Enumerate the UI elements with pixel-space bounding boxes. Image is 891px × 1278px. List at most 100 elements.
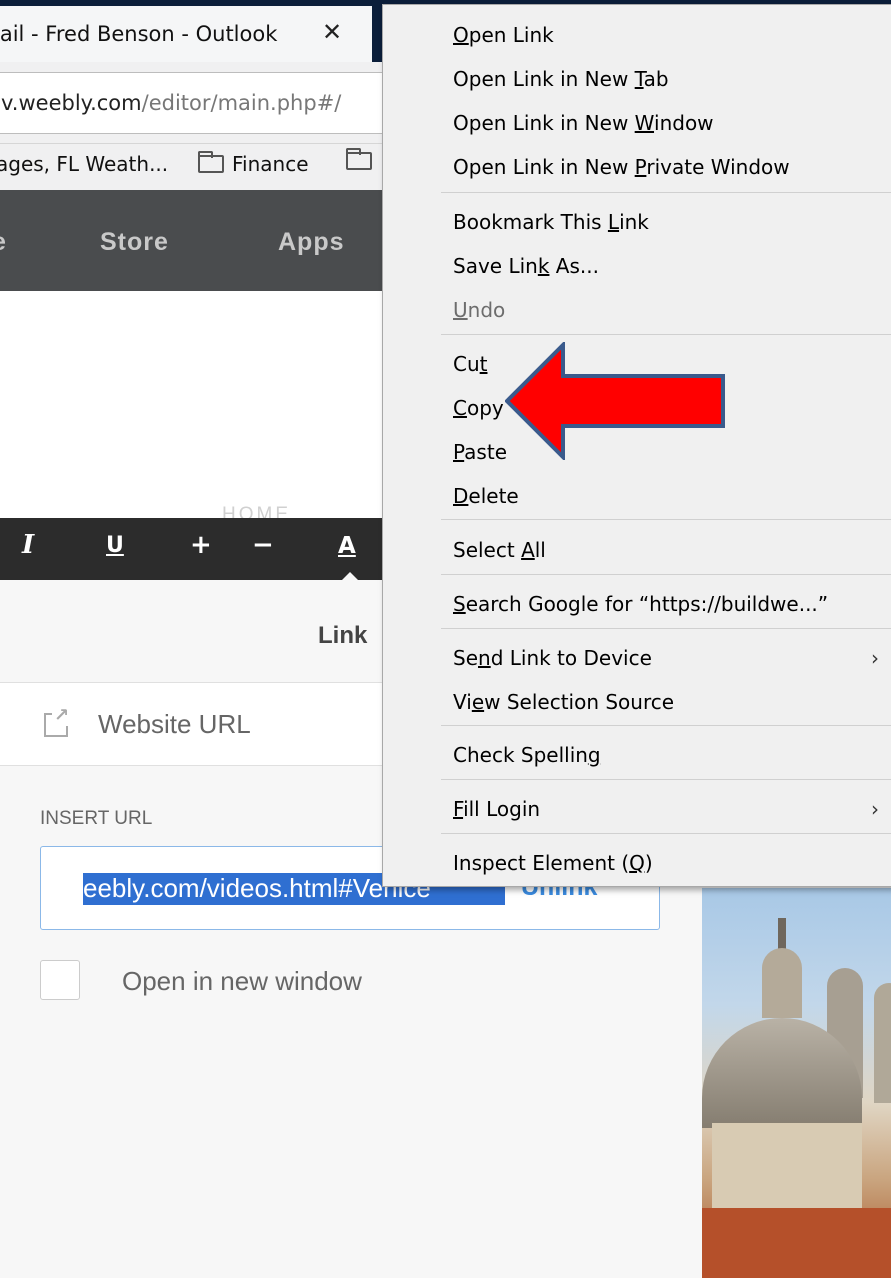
address-text: v.weebly.com/editor/main.php#/	[1, 91, 341, 115]
menu-item-open-new-tab[interactable]: Open Link in New Tab	[453, 67, 669, 91]
new-window-checkbox[interactable]	[40, 960, 80, 1000]
menu-item-cut[interactable]: Cut	[453, 352, 487, 376]
mi-key: F	[453, 797, 464, 821]
italic-button[interactable]: I	[22, 530, 34, 560]
mi-post: ll	[534, 538, 546, 562]
link-panel-title: Link	[318, 622, 368, 649]
menu-item-copy[interactable]: Copy	[453, 396, 504, 420]
mi-post: elete	[468, 484, 519, 508]
mi-key: C	[453, 396, 467, 420]
menu-item-check-spelling[interactable]: Check Spelling	[453, 743, 601, 767]
menu-item-undo: Undo	[453, 298, 505, 322]
mi-key: e	[471, 690, 485, 714]
menu-separator	[441, 519, 891, 520]
mi-post: pen Link	[468, 23, 554, 47]
mi-pre: Open Link in New	[453, 111, 635, 135]
new-window-label: Open in new window	[122, 966, 362, 996]
mi-key: L	[607, 210, 620, 234]
mi-post: ill Login	[463, 797, 541, 821]
nav-item-page[interactable]: e	[0, 228, 7, 257]
mi-post: As...	[549, 254, 599, 278]
mi-key: P	[634, 155, 647, 179]
bookmark-finance-label: Finance	[232, 152, 309, 176]
photo-drum	[712, 1123, 862, 1213]
tab-title: lail - Fred Benson - Outlook	[0, 22, 278, 46]
annotation-arrow-shape	[505, 342, 725, 460]
mi-post: ab	[643, 67, 669, 91]
mi-key: U	[453, 298, 468, 322]
menu-separator	[441, 628, 891, 629]
mi-pre: Open Link in New	[453, 155, 635, 179]
url-path: /editor/main.php#/	[141, 91, 342, 115]
menu-separator	[441, 833, 891, 834]
mi-post: d Link to Device	[490, 646, 652, 670]
menu-item-search-google[interactable]: Search Google for “https://buildwe...”	[453, 592, 828, 616]
tab-close-icon[interactable]: ✕	[322, 18, 342, 46]
mi-post: w Selection Source	[484, 690, 675, 714]
venice-photo	[702, 888, 891, 1278]
folder-icon	[346, 148, 372, 170]
menu-item-inspect-element[interactable]: Inspect Element (Q)	[453, 851, 653, 875]
mi-key: D	[453, 484, 469, 508]
photo-tower	[874, 983, 891, 1103]
mi-post: )	[644, 851, 653, 875]
menu-item-open-private-window[interactable]: Open Link in New Private Window	[453, 155, 790, 179]
external-link-icon	[44, 705, 70, 737]
mi-pre: Bookmark This	[453, 210, 608, 234]
mi-post: ink	[619, 210, 649, 234]
underline-button[interactable]: U	[106, 533, 124, 558]
browser-tab[interactable]: lail - Fred Benson - Outlook ✕	[0, 6, 372, 62]
photo-cupola	[762, 948, 802, 1018]
mi-key: g	[587, 743, 601, 767]
mi-pre: Se	[453, 646, 478, 670]
menu-separator	[441, 574, 891, 575]
photo-roof	[702, 1208, 891, 1278]
menu-item-delete[interactable]: Delete	[453, 484, 519, 508]
mi-pre: Vi	[453, 690, 472, 714]
bookmark-finance[interactable]: Finance	[198, 151, 309, 176]
bookmark-weather-label: ages, FL Weath...	[0, 152, 169, 176]
mi-pre: Select	[453, 538, 522, 562]
annotation-arrow-icon	[505, 342, 725, 460]
url-host: v.weebly.com	[1, 91, 142, 115]
menu-separator	[441, 779, 891, 780]
mi-post: ndo	[467, 298, 506, 322]
mi-key: n	[478, 646, 491, 670]
mi-post: opy	[466, 396, 504, 420]
bookmark-folder[interactable]	[346, 148, 380, 170]
text-color-button[interactable]: A	[338, 533, 356, 559]
increase-size-button[interactable]: +	[190, 530, 212, 560]
mi-post: indow	[654, 111, 714, 135]
nav-item-apps[interactable]: Apps	[278, 228, 345, 257]
insert-url-label: INSERT URL	[40, 808, 153, 829]
mi-post: rivate Window	[646, 155, 790, 179]
menu-item-save-link-as[interactable]: Save Link As...	[453, 254, 599, 278]
decrease-size-button[interactable]: −	[252, 530, 274, 560]
mi-key: t	[479, 352, 488, 376]
mi-pre: Open Link in New	[453, 67, 635, 91]
address-field[interactable]: v.weebly.com/editor/main.php#/	[0, 72, 416, 134]
submenu-arrow-icon: ›	[871, 646, 879, 670]
mi-pre: Cu	[453, 352, 480, 376]
mi-key: k	[537, 254, 550, 278]
folder-icon	[198, 151, 224, 173]
menu-item-bookmark-link[interactable]: Bookmark This Link	[453, 210, 649, 234]
bookmark-weather[interactable]: ages, FL Weath...	[0, 152, 168, 176]
nav-item-store[interactable]: Store	[100, 228, 169, 257]
mi-key: O	[453, 23, 469, 47]
menu-item-send-link-to-device[interactable]: Send Link to Device	[453, 646, 652, 670]
mi-post: earch Google for “https://buildwe...”	[465, 592, 829, 616]
mi-key: Q	[629, 851, 645, 875]
mi-key: T	[634, 67, 644, 91]
menu-item-select-all[interactable]: Select All	[453, 538, 546, 562]
menu-item-view-selection-source[interactable]: View Selection Source	[453, 690, 674, 714]
menu-item-fill-login[interactable]: Fill Login	[453, 797, 540, 821]
mi-post: aste	[464, 440, 507, 464]
submenu-arrow-icon: ›	[871, 797, 879, 821]
menu-item-paste[interactable]: Paste	[453, 440, 507, 464]
menu-separator	[441, 192, 891, 193]
menu-item-open-new-window[interactable]: Open Link in New Window	[453, 111, 714, 135]
mi-key: P	[453, 440, 465, 464]
menu-item-open-link[interactable]: Open Link	[453, 23, 554, 47]
menu-separator	[441, 725, 891, 726]
